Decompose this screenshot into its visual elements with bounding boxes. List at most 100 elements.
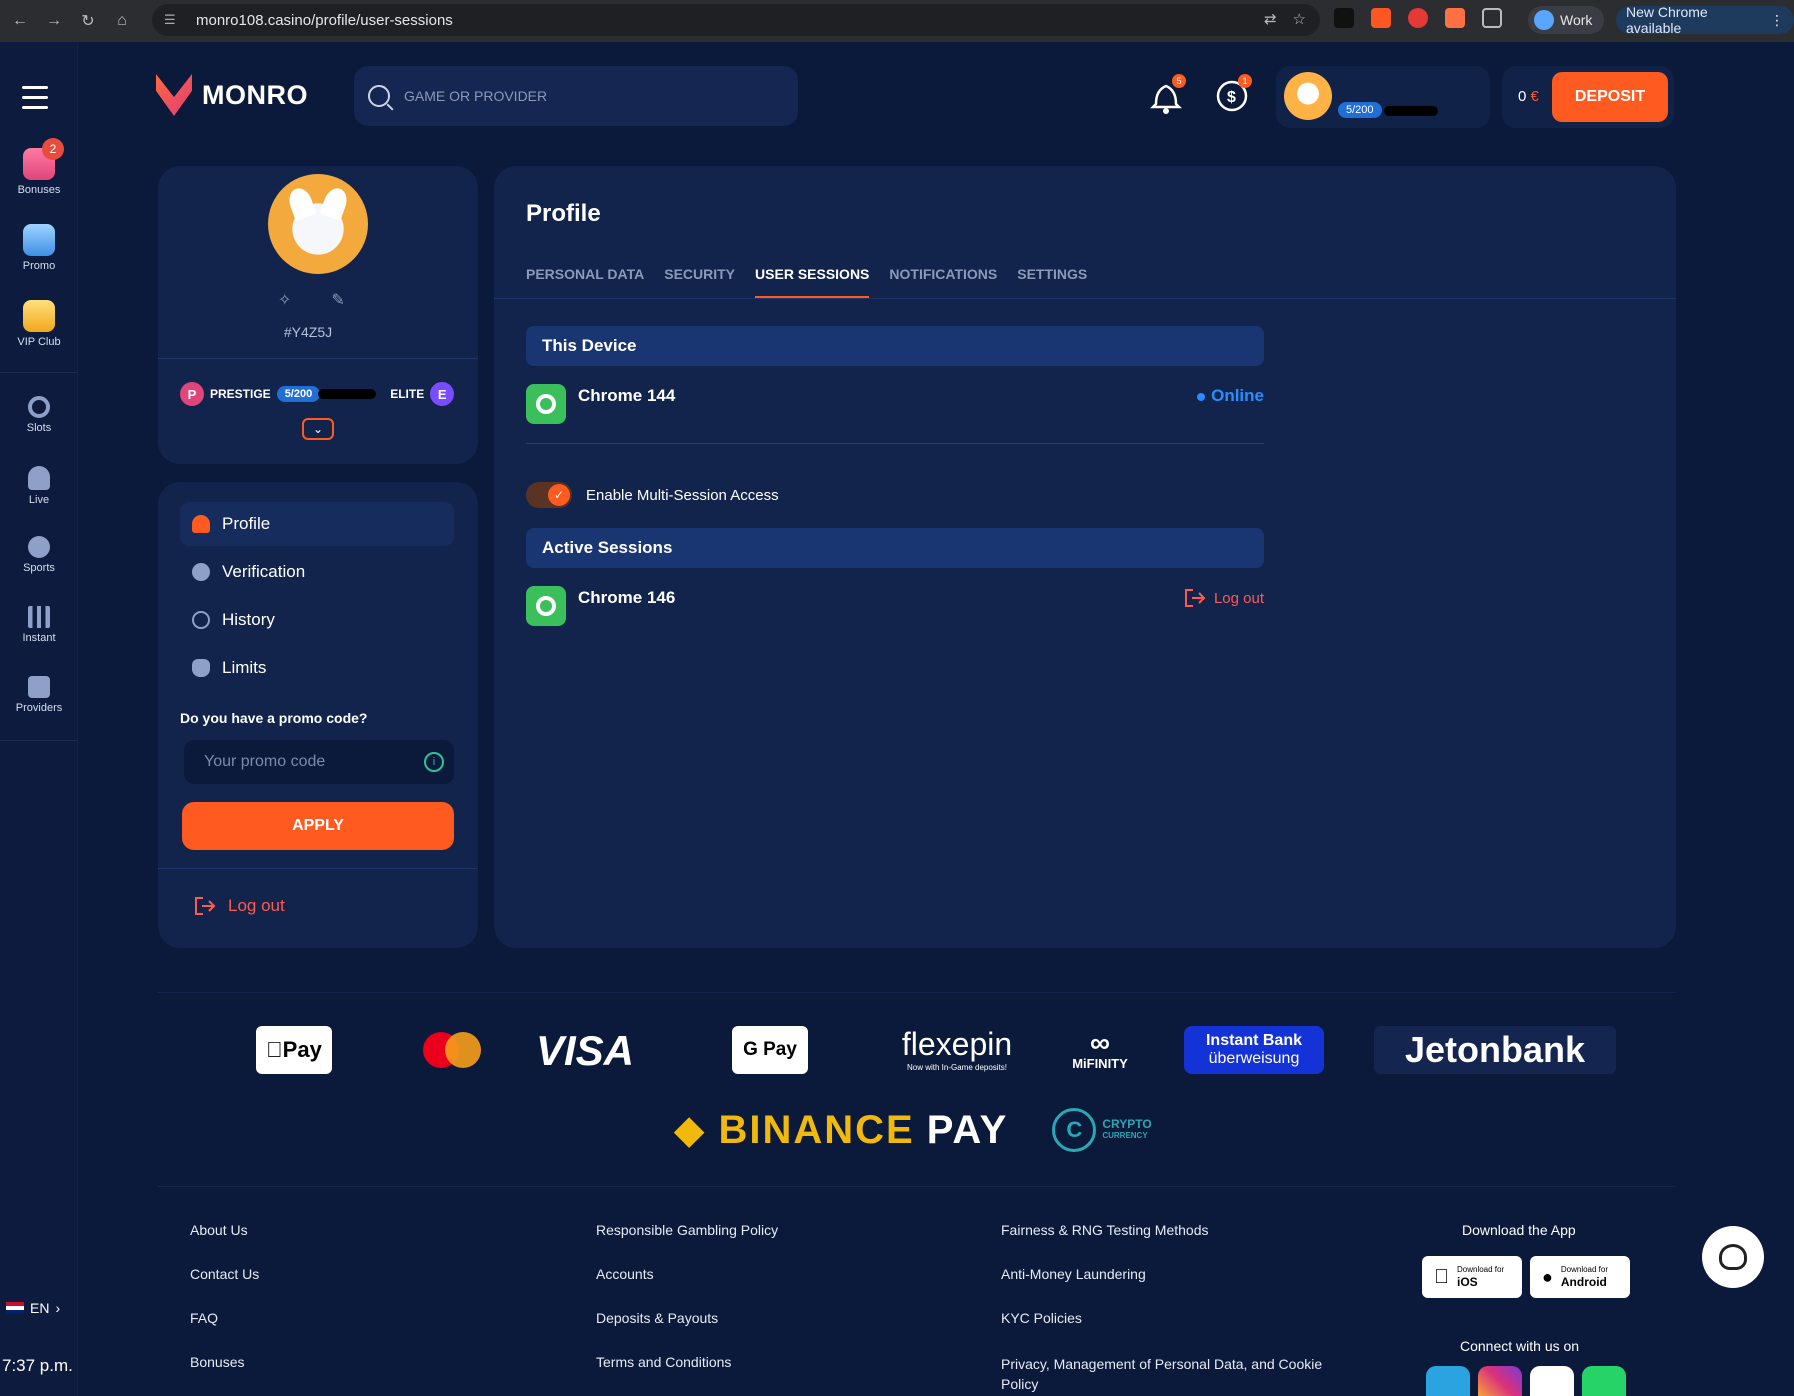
expand-chevron-button[interactable]: ⌄ <box>302 418 334 440</box>
ios-label: iOS <box>1442 1275 1478 1289</box>
browser-profile[interactable]: Work <box>1528 6 1605 34</box>
rail-item-vip-club[interactable]: VIP Club <box>0 300 78 348</box>
wallet: 0 € DEPOSIT <box>1502 66 1674 128</box>
hamburger-menu-icon[interactable] <box>22 86 48 116</box>
elite-tier-icon: E <box>430 382 455 406</box>
address-bar[interactable]: ☰ monro108.casino/profile/user-sessions … <box>152 4 1320 36</box>
rail-item-bonuses[interactable]: 2 Bonuses <box>0 138 78 196</box>
tab-settings[interactable]: SETTINGS <box>1017 266 1087 299</box>
url-text: monro108.casino/profile/user-sessions <box>196 11 453 29</box>
chrome-browser-icon <box>526 384 566 424</box>
rail-item-slots[interactable]: Slots <box>0 396 78 434</box>
tab-personal-data[interactable]: PERSONAL DATA <box>526 266 644 299</box>
crypto-currency-logo: C CRYPTO CURRENCY <box>1046 1106 1158 1154</box>
footer-link-privacy[interactable]: Privacy, Management of Personal Data, an… <box>1001 1354 1361 1394</box>
rail-item-live[interactable]: Live <box>0 466 78 506</box>
footer-link-faq[interactable]: FAQ <box>190 1310 218 1326</box>
chevron-right-icon: › <box>55 1300 61 1316</box>
footer-link-bonuses[interactable]: Bonuses <box>190 1354 244 1370</box>
browser-nav: ← → ↻ ⌂ <box>8 9 134 33</box>
rail-divider <box>0 740 78 741</box>
footer-link-aml[interactable]: Anti-Money Laundering <box>1001 1266 1146 1282</box>
promo-code-input[interactable] <box>204 753 404 771</box>
menu-item-verification[interactable]: Verification <box>180 550 454 594</box>
home-icon[interactable]: ⌂ <box>110 9 134 33</box>
instagram-icon[interactable] <box>1478 1366 1522 1396</box>
extension-icon[interactable] <box>1334 8 1354 28</box>
kebab-menu-icon[interactable]: ⋮ <box>1770 12 1784 29</box>
rail-item-instant[interactable]: Instant <box>0 606 78 644</box>
footer-link-deposits[interactable]: Deposits & Payouts <box>596 1310 718 1326</box>
grid-icon <box>28 676 50 698</box>
language-selector[interactable]: EN › <box>6 1300 60 1316</box>
multi-session-label: Enable Multi-Session Access <box>586 486 779 504</box>
deposit-button[interactable]: DEPOSIT <box>1552 72 1668 122</box>
notifications-button[interactable]: 5 <box>1148 74 1186 116</box>
extension-icon[interactable] <box>1371 8 1391 28</box>
edit-pencil-icon[interactable]: ✎ <box>331 290 344 310</box>
chevron-down-icon: ⌄ <box>312 422 324 436</box>
update-label: New Chrome available <box>1626 4 1708 36</box>
tab-notifications[interactable]: NOTIFICATIONS <box>889 266 997 299</box>
balance: 0 € <box>1518 88 1539 105</box>
footer-link-accounts[interactable]: Accounts <box>596 1266 654 1282</box>
this-device-header: This Device <box>526 326 1264 366</box>
footer-link-about[interactable]: About Us <box>190 1222 248 1238</box>
logout-link[interactable]: Log out <box>194 896 285 916</box>
apply-promo-button[interactable]: APPLY <box>182 802 454 850</box>
multi-session-toggle[interactable]: ✓ <box>526 482 572 508</box>
chrome-update-button[interactable]: New Chrome available ⋮ <box>1616 4 1794 36</box>
telegram-icon[interactable] <box>1426 1366 1470 1396</box>
ios-download-button[interactable]:  Download for iOS <box>1422 1256 1522 1298</box>
back-icon[interactable]: ← <box>8 9 32 33</box>
rail-item-promo[interactable]: Promo <box>0 224 78 272</box>
rail-item-providers[interactable]: Providers <box>0 676 78 714</box>
search-icon <box>368 85 390 107</box>
search-bar[interactable] <box>354 66 798 126</box>
cashback-button[interactable]: $ 1 <box>1214 74 1252 116</box>
extension-icon[interactable] <box>1408 8 1428 28</box>
notifications-badge: 5 <box>1172 74 1186 88</box>
menu-item-profile[interactable]: Profile <box>180 502 454 546</box>
footer-link-responsible-gambling[interactable]: Responsible Gambling Policy <box>596 1222 778 1238</box>
brand-logo[interactable]: MONRO <box>156 74 308 116</box>
balance-value: 0 <box>1518 88 1527 105</box>
site-settings-icon[interactable]: ☰ <box>164 12 182 28</box>
level-pill: 5/200 <box>1338 102 1382 118</box>
balance-currency: € <box>1530 88 1539 105</box>
extension-icon[interactable] <box>1445 8 1465 28</box>
extensions-puzzle-icon[interactable] <box>1482 8 1502 28</box>
android-small-text: Download for <box>1560 1265 1609 1274</box>
checkmark-icon: ✓ <box>548 484 570 506</box>
tabs-underline <box>494 298 1676 299</box>
profile-menu-card: Profile Verification History Limits Do y… <box>158 482 478 948</box>
search-input[interactable] <box>404 88 764 104</box>
android-download-button[interactable]: ● Download for Android <box>1530 1256 1630 1298</box>
footer-link-contact[interactable]: Contact Us <box>190 1266 259 1282</box>
footer-link-fairness[interactable]: Fairness & RNG Testing Methods <box>1001 1222 1209 1238</box>
support-chat-button[interactable] <box>1702 1226 1764 1288</box>
session-logout-button[interactable]: Log out <box>1184 588 1264 608</box>
menu-item-label: Limits <box>222 658 267 677</box>
whatsapp-icon[interactable] <box>1582 1366 1626 1396</box>
currency-text: CURRENCY <box>1102 1131 1148 1140</box>
tab-user-sessions[interactable]: USER SESSIONS <box>755 266 870 299</box>
info-icon[interactable]: i <box>424 752 444 772</box>
user-level-chip[interactable]: 5/200 <box>1276 66 1490 128</box>
footer-link-terms[interactable]: Terms and Conditions <box>596 1354 731 1370</box>
menu-item-limits[interactable]: Limits <box>180 646 454 690</box>
x-twitter-icon[interactable] <box>1530 1366 1574 1396</box>
bookmark-star-icon[interactable]: ☆ <box>1293 10 1306 28</box>
menu-item-history[interactable]: History <box>180 598 454 642</box>
next-tier-label: ELITE <box>390 387 425 401</box>
tab-security[interactable]: SECURITY <box>664 266 735 299</box>
reload-icon[interactable]: ↻ <box>76 9 100 33</box>
rail-item-sports[interactable]: Sports <box>0 536 78 574</box>
translate-icon[interactable]: ⇄ <box>1264 10 1277 28</box>
vip-wing-icon: ✧ <box>278 292 292 309</box>
rail-divider <box>0 372 78 373</box>
profile-actions: ✧ ✎ <box>278 290 345 310</box>
crown-icon <box>23 300 55 332</box>
footer-link-kyc[interactable]: KYC Policies <box>1001 1310 1082 1326</box>
forward-icon[interactable]: → <box>42 9 66 33</box>
